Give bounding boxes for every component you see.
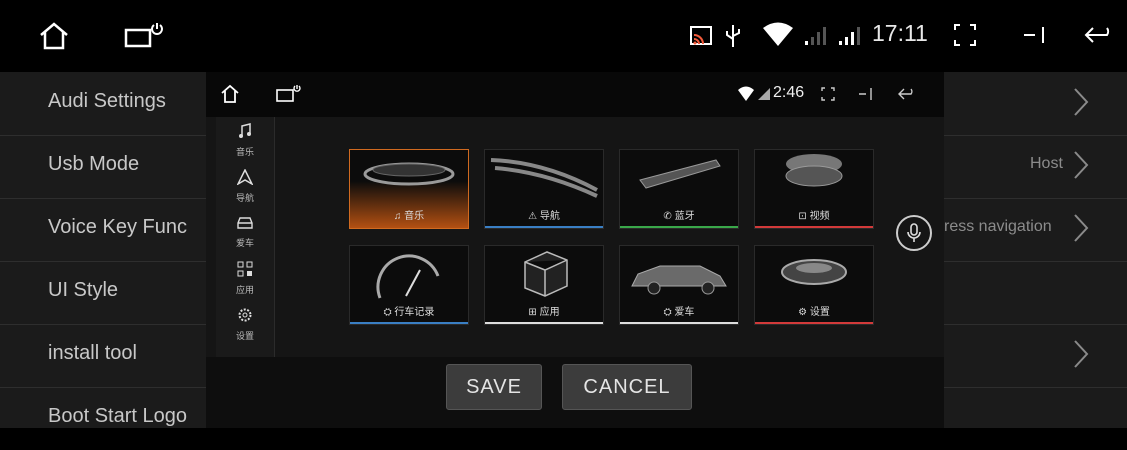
preview-sidebar: 音乐 导航 爱车 应用 设置 [216,117,275,357]
tile-accent [485,322,603,324]
back-icon [896,84,918,104]
tile-label: ⊡ 视频 [798,211,830,222]
tile-accent [755,322,873,324]
wifi-icon [736,85,756,103]
navigation-road-icon [490,158,598,198]
preview-status-bar: 2:46 [206,72,944,117]
signal-icon [834,22,868,48]
tile-label: ⚠ 导航 [528,211,560,222]
settings-row-value: Host [1030,155,1063,172]
tile-settings: ⚙ 设置 [754,245,874,325]
settings-disc-icon [781,259,847,285]
split-screen-icon [856,84,878,104]
tile-bluetooth: ✆ 蓝牙 [619,149,739,229]
status-clock: 17:11 [872,20,928,46]
split-screen-icon[interactable] [1020,22,1056,48]
navigation-icon [236,167,254,190]
video-reel-icon [785,154,843,187]
tile-label: ♫ 音乐 [393,211,425,222]
chevron-right-icon [1072,338,1090,375]
signal-icon [800,22,834,48]
chevron-right-icon [1072,86,1090,123]
bluetooth-phone-icon [639,159,721,189]
sidebar-item-settings: 设置 [216,301,274,347]
tile-music: ♫ 音乐 [349,149,469,229]
screenshot-icon[interactable] [950,20,980,50]
status-bar: 17:11 [0,0,1127,72]
cast-icon [688,24,714,48]
chevron-right-icon [1072,212,1090,249]
recent-apps-icon [274,83,302,105]
chevron-right-icon [1072,149,1090,186]
ui-style-dialog: 2:46 音乐 导航 爱车 应用 设置 ♫ 音乐 ⚠ 导航 ✆ 蓝牙 ⊡ 视频 … [206,72,944,428]
sidebar-item-label: 设置 [235,330,254,341]
home-icon [218,82,242,106]
sidebar-item-label: 导航 [235,192,254,203]
music-dial-icon [363,162,455,186]
sidebar-item-navigation: 导航 [216,163,274,209]
tile-label: ⛭ 爱车 [663,307,695,318]
music-note-icon [237,122,253,144]
preview-status-clock: 2:46 [773,84,805,101]
screenshot-icon [818,84,838,104]
settings-row-label: Voice Key Func [48,216,187,238]
tile-label: ✆ 蓝牙 [663,211,695,222]
sidebar-item-apps: 应用 [216,255,274,301]
settings-row-label: Audi Settings [48,90,166,112]
tile-accent [755,226,873,228]
microphone-icon [896,215,932,251]
home-icon[interactable] [34,18,74,54]
tile-accent [485,226,603,228]
back-icon[interactable] [1082,22,1118,48]
gear-icon [237,307,253,328]
wifi-icon [760,20,796,50]
recent-apps-icon[interactable] [120,20,166,52]
sidebar-item-music: 音乐 [216,117,274,163]
apps-grid-icon [237,261,253,282]
settings-row-label: Usb Mode [48,153,140,175]
tile-dvr: ⛭ 行车记录 [349,245,469,325]
tile-car: ⛭ 爱车 [619,245,739,325]
settings-row-label: install tool [48,342,137,364]
tile-label: ⊞ 应用 [528,307,560,318]
save-button[interactable]: SAVE [446,364,542,410]
sidebar-item-label: 爱车 [235,237,254,248]
settings-row-label: UI Style [48,279,119,301]
tile-apps: ⊞ 应用 [484,245,604,325]
cube-icon [524,251,568,297]
tile-video: ⊡ 视频 [754,149,874,229]
sidebar-item-car: 爱车 [216,209,274,255]
tile-accent [620,226,738,228]
speedometer-icon [376,254,440,299]
car-icon [236,216,254,235]
tile-navigation: ⚠ 导航 [484,149,604,229]
signal-icon [756,86,772,102]
cancel-button[interactable]: CANCEL [562,364,692,410]
usb-icon [722,22,744,50]
tile-label: ⚙ 设置 [798,307,830,318]
tile-label: ⛭ 行车记录 [383,307,435,318]
sidebar-item-label: 应用 [235,284,254,295]
ui-style-preview[interactable]: 音乐 导航 爱车 应用 设置 ♫ 音乐 ⚠ 导航 ✆ 蓝牙 ⊡ 视频 ⛭ 行车记… [206,117,944,387]
settings-row-value: ress navigation [944,218,1052,235]
car-image-icon [631,265,727,295]
settings-row-label: Boot Start Logo [48,405,187,427]
tile-accent [350,322,468,324]
tile-accent [620,322,738,324]
sidebar-item-label: 音乐 [235,146,254,157]
